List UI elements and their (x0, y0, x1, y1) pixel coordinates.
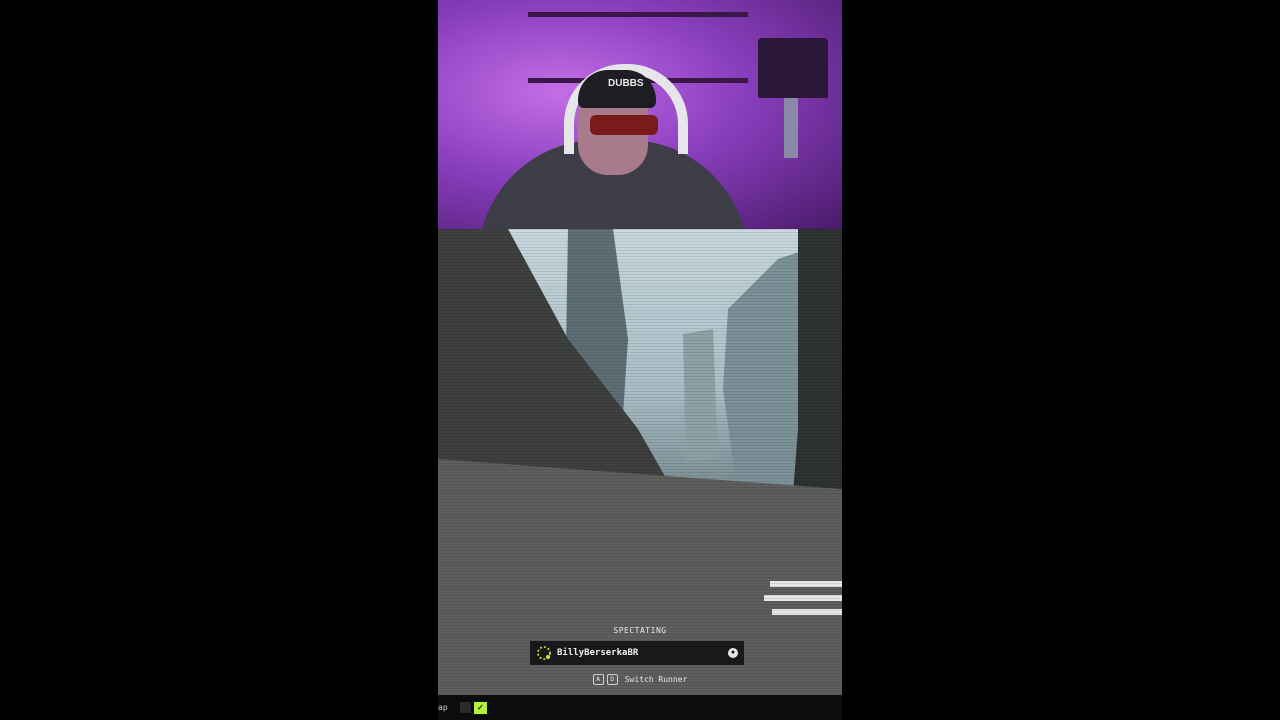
light-streak (772, 609, 842, 615)
stream-frame: DUBBS SPECTATING BillyBerserkaBR ● A D S… (438, 0, 842, 720)
webcam-overlay: DUBBS (438, 0, 842, 229)
checkbox-empty[interactable] (460, 702, 471, 713)
switch-runner-hint: A D Switch Runner (438, 674, 842, 685)
light-streak (764, 595, 842, 601)
spectated-runner-panel[interactable]: BillyBerserkaBR ● (530, 641, 744, 665)
runner-status-icon (536, 645, 552, 661)
bottom-bar-text: ap (438, 703, 448, 712)
lamp-stand (784, 98, 798, 158)
key-a: A (592, 674, 604, 685)
key-d: D (606, 674, 618, 685)
foreground-rock (438, 229, 678, 499)
bottom-bar: ap ✓ (438, 695, 842, 720)
spectating-label: SPECTATING (613, 626, 667, 635)
light-streak (770, 581, 842, 587)
checkbox-checked[interactable]: ✓ (474, 702, 487, 714)
shelf (528, 12, 748, 17)
runner-name: BillyBerserkaBR (557, 648, 639, 658)
lamp (758, 38, 828, 98)
eye-icon[interactable]: ● (728, 648, 738, 658)
distant-pillar (683, 329, 718, 461)
switch-runner-label: Switch Runner (624, 675, 688, 684)
sunglasses (590, 115, 658, 135)
cap-logo-text: DUBBS (608, 78, 644, 89)
game-view: SPECTATING BillyBerserkaBR ● A D Switch … (438, 229, 842, 695)
cap (578, 70, 656, 108)
